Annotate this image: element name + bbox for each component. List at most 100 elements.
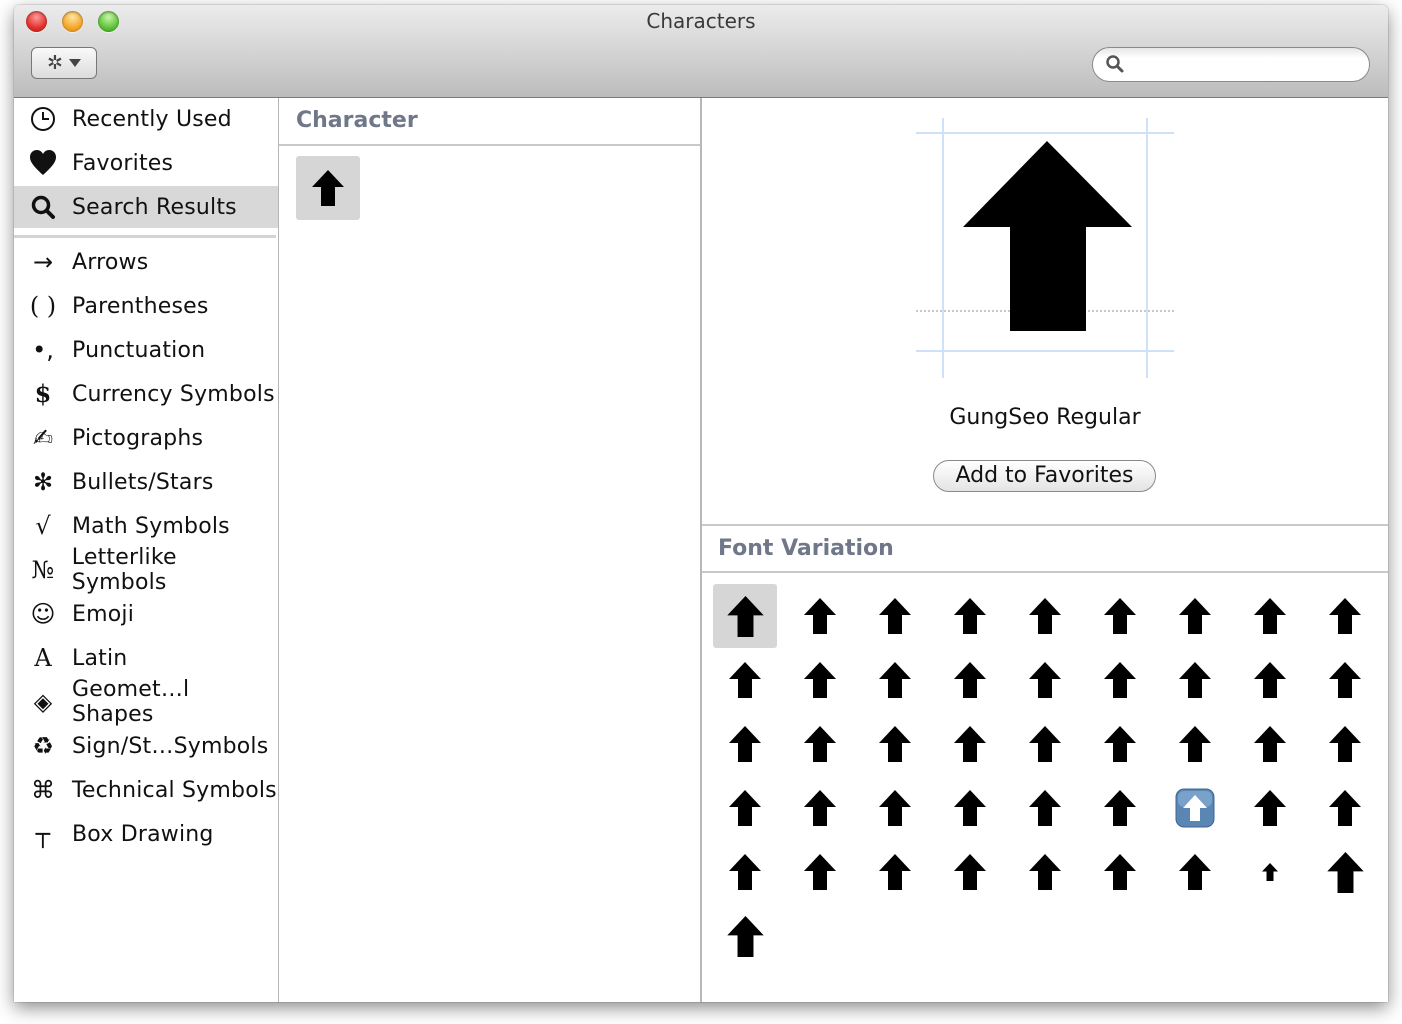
add-to-favorites-button[interactable]: Add to Favorites: [933, 460, 1156, 492]
square-root-icon: √: [35, 512, 51, 540]
font-variation-cell[interactable]: [1313, 776, 1377, 840]
font-variation-cell[interactable]: [938, 584, 1002, 648]
up-arrow-icon: [729, 662, 761, 698]
font-variation-cell[interactable]: [863, 648, 927, 712]
font-variation-cell[interactable]: [1313, 648, 1377, 712]
up-arrow-icon: [1029, 662, 1061, 698]
sidebar-item-sign-st-symbols[interactable]: ♻ Sign/St…Symbols: [14, 725, 278, 767]
font-variation-cell[interactable]: [713, 776, 777, 840]
font-variation-cell[interactable]: [1313, 712, 1377, 776]
font-variation-cell[interactable]: [713, 648, 777, 712]
up-arrow-icon: [1029, 726, 1061, 762]
font-variation-cell[interactable]: [1013, 776, 1077, 840]
font-variation-cell[interactable]: [863, 712, 927, 776]
font-variation-cell[interactable]: [1238, 840, 1302, 904]
sidebar-item-label: Search Results: [72, 194, 237, 220]
box-drawing-icon: ┬: [35, 820, 51, 848]
up-arrow-icon: [954, 790, 986, 826]
font-variation-cell[interactable]: [1013, 840, 1077, 904]
font-variation-cell[interactable]: [1088, 840, 1152, 904]
font-variation-cell[interactable]: [1088, 584, 1152, 648]
search-field[interactable]: [1092, 47, 1370, 82]
up-arrow-icon: [1179, 662, 1211, 698]
font-variation-cell[interactable]: [863, 840, 927, 904]
sidebar-item-recently-used[interactable]: Recently Used: [14, 98, 278, 140]
font-variation-cell[interactable]: [1238, 776, 1302, 840]
smiley-icon: ☺: [30, 600, 56, 628]
font-variation-cell[interactable]: [788, 648, 852, 712]
font-variation-cell[interactable]: [713, 840, 777, 904]
up-arrow-icon: [729, 790, 761, 826]
font-variation-cell[interactable]: [788, 776, 852, 840]
sidebar-item-currency-symbols[interactable]: $ Currency Symbols: [14, 373, 278, 415]
font-variation-cell[interactable]: [1163, 840, 1227, 904]
sidebar-item-arrows[interactable]: → Arrows: [14, 241, 278, 283]
font-variation-cell[interactable]: [1313, 584, 1377, 648]
sidebar-item-latin[interactable]: A Latin: [14, 637, 278, 679]
sidebar-item-favorites[interactable]: Favorites: [14, 142, 278, 184]
up-arrow-icon: [729, 854, 761, 890]
up-arrow-icon: [1179, 854, 1211, 890]
font-variation-cell[interactable]: [1163, 712, 1227, 776]
up-arrow-icon: [1029, 790, 1061, 826]
font-variation-cell[interactable]: [1088, 776, 1152, 840]
sidebar-item-emoji[interactable]: ☺ Emoji: [14, 593, 278, 635]
sidebar-item-geomet-l-shapes[interactable]: ◈ Geomet…l Shapes: [14, 677, 278, 727]
font-variation-cell[interactable]: [1163, 648, 1227, 712]
font-variation-cell[interactable]: [938, 776, 1002, 840]
sidebar-item-pictographs[interactable]: ✍ Pictographs: [14, 417, 278, 459]
font-variation-cell[interactable]: [863, 584, 927, 648]
up-arrow-icon: [804, 790, 836, 826]
sidebar-item-letterlike-symbols[interactable]: № Letterlike Symbols: [14, 545, 278, 595]
font-variation-cell[interactable]: [788, 584, 852, 648]
font-variation-cell[interactable]: [713, 712, 777, 776]
font-variation-cell[interactable]: [788, 712, 852, 776]
font-variation-cell[interactable]: [1238, 712, 1302, 776]
action-menu-button[interactable]: ✲: [31, 47, 97, 79]
sidebar-item-label: Math Symbols: [72, 513, 230, 539]
sidebar-item-parentheses[interactable]: ( ) Parentheses: [14, 285, 278, 327]
font-variation-cell[interactable]: [1013, 648, 1077, 712]
sidebar-item-box-drawing[interactable]: ┬ Box Drawing: [14, 813, 278, 855]
font-name-label: GungSeo Regular: [949, 405, 1141, 430]
up-arrow-icon: [1029, 854, 1061, 890]
font-variation-cell[interactable]: [1013, 712, 1077, 776]
up-arrow-icon: [1104, 662, 1136, 698]
font-variation-cell[interactable]: [788, 840, 852, 904]
up-arrow-icon: [729, 726, 761, 762]
font-variation-cell[interactable]: [863, 776, 927, 840]
sidebar-item-label: Recently Used: [72, 106, 232, 132]
sidebar-item-math-symbols[interactable]: √ Math Symbols: [14, 505, 278, 547]
up-arrow-icon: [954, 726, 986, 762]
font-variation-cell[interactable]: [1088, 648, 1152, 712]
font-variation-cell[interactable]: [1088, 712, 1152, 776]
character-detail: GungSeo Regular Add to Favorites: [702, 98, 1388, 526]
font-variation-cell[interactable]: [1313, 840, 1377, 904]
sidebar-item-label: Arrows: [72, 249, 149, 275]
sidebar-item-label: Box Drawing: [72, 821, 214, 847]
up-arrow-emoji-icon: [1175, 788, 1215, 828]
font-variation-cell[interactable]: [938, 648, 1002, 712]
up-arrow-icon: [1104, 790, 1136, 826]
font-variation-cell[interactable]: [938, 712, 1002, 776]
sidebar-item-punctuation[interactable]: •, Punctuation: [14, 329, 278, 371]
title-bar: Characters ✲: [14, 5, 1388, 98]
font-variation-cell[interactable]: [1238, 648, 1302, 712]
font-variation-cell[interactable]: [1013, 584, 1077, 648]
font-variation-cell[interactable]: [938, 840, 1002, 904]
font-variation-cell[interactable]: [713, 904, 777, 968]
font-variation-cell[interactable]: [1163, 776, 1227, 840]
character-result-up-arrow[interactable]: [296, 156, 360, 220]
search-input[interactable]: [1131, 52, 1360, 78]
sidebar-item-search-results[interactable]: Search Results: [14, 186, 278, 228]
font-variation-cell[interactable]: [1163, 584, 1227, 648]
sidebar-item-label: Favorites: [72, 150, 174, 176]
diamond-icon: ◈: [33, 688, 53, 716]
sidebar-item-technical-symbols[interactable]: ⌘ Technical Symbols: [14, 769, 278, 811]
up-arrow-icon: [1254, 790, 1286, 826]
numero-icon: №: [31, 556, 55, 584]
font-variation-cell[interactable]: [1238, 584, 1302, 648]
sidebar-item-bullets-stars[interactable]: ✻ Bullets/Stars: [14, 461, 278, 503]
font-variation-cell[interactable]: [713, 584, 777, 648]
window-title: Characters: [646, 9, 756, 33]
